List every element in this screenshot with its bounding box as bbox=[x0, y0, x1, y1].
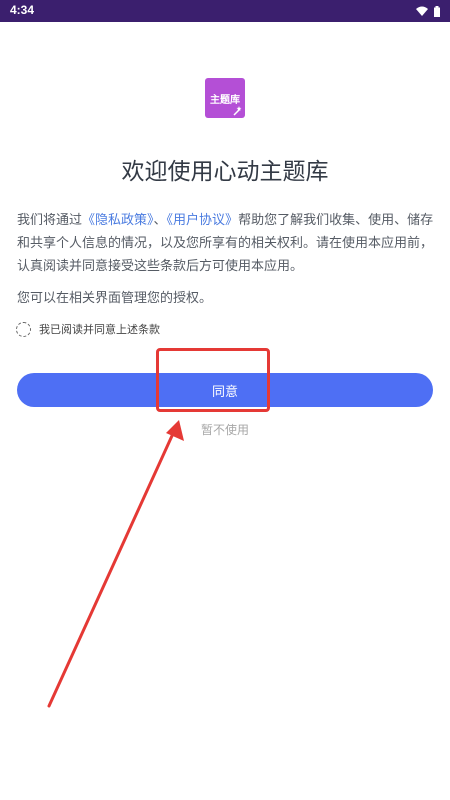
annotation-arrow bbox=[47, 420, 184, 708]
